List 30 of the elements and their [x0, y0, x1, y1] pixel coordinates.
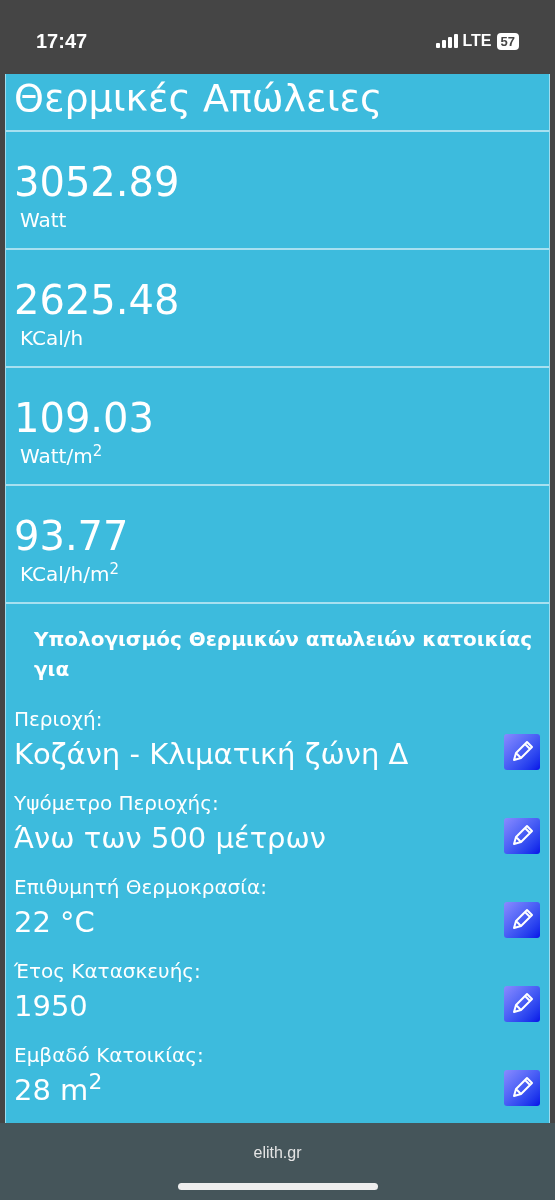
field-value: Κοζάνη - Κλιματική ζώνη Δ — [14, 736, 409, 773]
field-value: 28 m$^{2}$ — [14, 1070, 103, 1109]
result-value: 3052.89 — [14, 158, 180, 206]
result-value: 109.03 — [14, 394, 154, 442]
field-value: 1950 — [14, 988, 88, 1025]
result-unit: Watt/m$^{2}$ — [19, 442, 103, 470]
edit-button[interactable] — [504, 986, 540, 1022]
clock-time: 17:47 — [36, 29, 88, 54]
field-label: Επιθυμητή Θερμοκρασία: — [14, 874, 267, 901]
signal-icon — [435, 34, 458, 48]
battery-indicator: 57 — [496, 32, 519, 50]
field-label: Περιοχή: — [14, 706, 103, 733]
field-label: Έτος Κατασκευής: — [14, 958, 201, 985]
result-value: 93.77 — [14, 512, 129, 560]
field-value: Άνω των 500 μέτρων — [14, 820, 326, 857]
edit-button[interactable] — [504, 902, 540, 938]
result-value: 2625.48 — [14, 276, 180, 324]
result-unit: KCal/h/m$^{2}$ — [19, 560, 119, 588]
field-value: 22 °C — [14, 904, 95, 941]
edit-button[interactable] — [504, 1070, 540, 1106]
result-unit: Watt — [19, 207, 67, 234]
page-title: Θερμικές Απώλειες — [6, 74, 549, 132]
section-heading: Υπολογισμός Θερμικών απωλειών κατοικίας για — [33, 626, 534, 683]
edit-button[interactable] — [504, 734, 540, 770]
edit-button[interactable] — [504, 818, 540, 854]
result-unit: KCal/h — [19, 325, 84, 352]
field-label: Υψόμετρο Περιοχής: — [14, 790, 219, 817]
url-label[interactable]: elith.gr — [253, 1141, 302, 1165]
network-label: LTE — [462, 31, 492, 51]
field-label: Εμβαδό Κατοικίας: — [14, 1042, 204, 1069]
